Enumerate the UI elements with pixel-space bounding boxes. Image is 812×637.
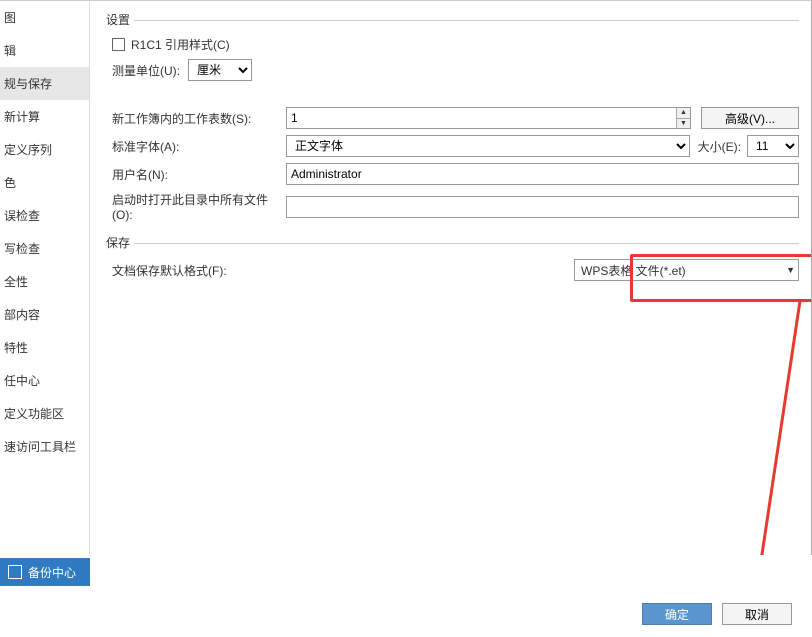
r1c1-label: R1C1 引用样式(C) [131,36,230,53]
unit-label: 测量单位(U): [106,62,180,79]
sidebar: 图 辑 规与保存 新计算 定义序列 色 误检查 写检查 全性 部内容 特性 任中… [0,1,90,555]
backup-center-button[interactable]: 备份中心 [0,558,90,586]
sidebar-item-2[interactable]: 规与保存 [0,67,89,100]
sidebar-item-8[interactable]: 全性 [0,265,89,298]
size-select[interactable]: 11 [747,135,799,157]
cancel-button[interactable]: 取消 [722,603,792,625]
openall-label: 启动时打开此目录中所有文件(O): [106,191,286,222]
sheets-input[interactable] [286,107,691,129]
settings-group-title: 设置 [106,11,130,28]
default-format-label: 文档保存默认格式(F): [106,262,286,279]
backup-icon [8,565,22,579]
divider [134,20,799,21]
sidebar-item-5[interactable]: 色 [0,166,89,199]
sidebar-item-13[interactable]: 速访问工具栏 [0,430,89,463]
spin-down-icon[interactable]: ▼ [676,119,690,129]
sidebar-item-11[interactable]: 任中心 [0,364,89,397]
sidebar-item-0[interactable]: 图 [0,1,89,34]
sidebar-item-4[interactable]: 定义序列 [0,133,89,166]
sidebar-item-9[interactable]: 部内容 [0,298,89,331]
sidebar-item-10[interactable]: 特性 [0,331,89,364]
openall-input[interactable] [286,196,799,218]
sidebar-item-7[interactable]: 写检查 [0,232,89,265]
annotation-arrow [750,301,810,555]
advanced-button[interactable]: 高级(V)... [701,107,799,129]
font-select[interactable]: 正文字体 [286,135,690,157]
divider [134,243,799,244]
username-input[interactable] [286,163,799,185]
chevron-down-icon: ▼ [786,265,795,275]
unit-select[interactable]: 厘米 [188,59,252,81]
r1c1-checkbox[interactable] [112,38,125,51]
default-format-select[interactable]: WPS表格 文件(*.et) [574,259,799,281]
main-panel: 设置 R1C1 引用样式(C) 测量单位(U): 厘米 新工作簿内的工作表数(S… [90,1,811,555]
sheets-label: 新工作簿内的工作表数(S): [106,110,286,127]
save-group-title: 保存 [106,234,130,251]
sidebar-item-3[interactable]: 新计算 [0,100,89,133]
default-format-value: WPS表格 文件(*.et) [581,262,686,279]
sidebar-item-1[interactable]: 辑 [0,34,89,67]
ok-button[interactable]: 确定 [642,603,712,625]
sidebar-item-6[interactable]: 误检查 [0,199,89,232]
sidebar-item-12[interactable]: 定义功能区 [0,397,89,430]
size-label: 大小(E): [698,138,741,155]
backup-center-label: 备份中心 [28,564,76,581]
spin-up-icon[interactable]: ▲ [676,108,690,119]
font-label: 标准字体(A): [106,138,286,155]
username-label: 用户名(N): [106,166,286,183]
